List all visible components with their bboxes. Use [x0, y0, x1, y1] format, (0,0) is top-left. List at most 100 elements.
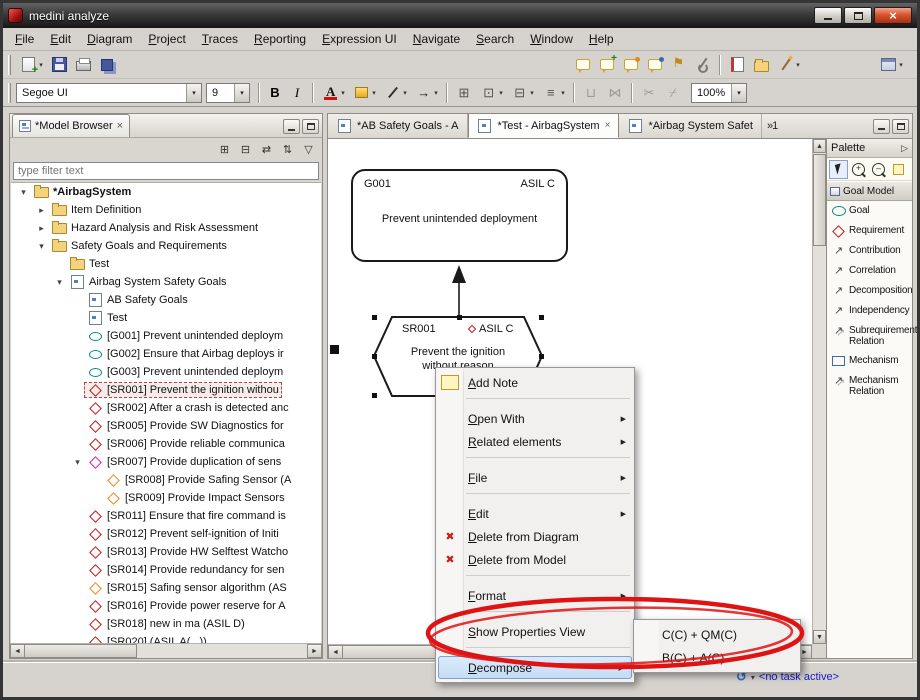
zoom-select[interactable]: 100%: [691, 83, 747, 103]
tree-item[interactable]: *AirbagSystem: [11, 183, 134, 201]
expand-arrow-icon[interactable]: [35, 205, 48, 216]
font-size-select[interactable]: 9: [206, 83, 250, 103]
tab-overflow-button[interactable]: »1: [767, 120, 777, 132]
toolbar-grip[interactable]: [8, 55, 11, 75]
menu-separator[interactable]: [436, 457, 634, 466]
menu-item-decompose[interactable]: Decompose: [438, 656, 632, 679]
maximize-view-button[interactable]: [302, 119, 319, 134]
title-bar[interactable]: medini analyze: [3, 3, 917, 28]
edge-handle[interactable]: [330, 345, 339, 354]
submenu-item-b-a[interactable]: B(C) + A(C): [634, 646, 800, 669]
menubar-item[interactable]: Traces: [194, 29, 246, 49]
menubar-item[interactable]: Expression UI: [314, 29, 405, 49]
submenu-item-c-qm[interactable]: C(C) + QM(C): [634, 623, 800, 646]
tree-item[interactable]: Test: [11, 255, 112, 273]
tree-item[interactable]: Test: [11, 309, 130, 327]
note-tool[interactable]: [889, 160, 908, 179]
font-family-select[interactable]: Segoe UI: [16, 83, 202, 103]
menubar-item[interactable]: Navigate: [405, 29, 468, 49]
tree-item[interactable]: Item Definition: [11, 201, 144, 219]
chevron-down-icon[interactable]: [186, 84, 201, 102]
editor-tab[interactable]: *Airbag System Safet: [619, 114, 762, 138]
menu-separator[interactable]: [436, 647, 634, 656]
minimize-editor-button[interactable]: [873, 119, 890, 134]
palette-item-independency[interactable]: Independency: [827, 301, 912, 321]
attachment-button[interactable]: [691, 54, 715, 76]
sort-button[interactable]: ⇅: [278, 140, 297, 158]
expand-arrow-icon[interactable]: [35, 223, 48, 234]
palette-item-correlation[interactable]: Correlation: [827, 261, 912, 281]
quick-fix-button[interactable]: [773, 54, 804, 76]
tree-item[interactable]: Safety Goals and Requirements: [11, 237, 230, 255]
palette-drawer-goal-model[interactable]: Goal Model: [827, 181, 912, 201]
close-button[interactable]: [874, 7, 912, 24]
menu-item-delete-from-diagram[interactable]: Delete from Diagram: [436, 525, 634, 548]
palette-item-mechanism[interactable]: Mechanism: [827, 351, 912, 371]
menubar-item[interactable]: File: [7, 29, 42, 49]
tree-item[interactable]: [SR002] After a crash is detected anc: [11, 399, 292, 417]
menu-item-format[interactable]: Format: [436, 584, 634, 607]
save-all-button[interactable]: [95, 54, 119, 76]
menubar-item[interactable]: Edit: [42, 29, 79, 49]
expand-arrow-icon[interactable]: [17, 187, 30, 198]
scroll-up-button[interactable]: ▲: [813, 139, 826, 153]
maximize-editor-button[interactable]: [892, 119, 909, 134]
tree-item[interactable]: [SR008] Provide Safing Sensor (A: [11, 471, 294, 489]
tree-item[interactable]: Airbag System Safety Goals: [11, 273, 230, 291]
edit-comment-button[interactable]: [619, 54, 643, 76]
italic-button[interactable]: I: [286, 82, 308, 104]
menu-separator[interactable]: [436, 575, 634, 584]
tree-item[interactable]: [SR009] Provide Impact Sensors: [11, 489, 288, 507]
scroll-right-button[interactable]: ►: [307, 644, 322, 658]
model-browser-tab[interactable]: *Model Browser: [12, 114, 130, 137]
comment-overview-button[interactable]: [643, 54, 667, 76]
tree-item[interactable]: [SR020] (ASIL A(...)): [11, 633, 210, 643]
menu-item-delete-from-model[interactable]: Delete from Model: [436, 548, 634, 571]
notebook-button[interactable]: [725, 54, 749, 76]
align-button[interactable]: ≡: [538, 82, 569, 104]
tree-item[interactable]: [SR013] Provide HW Selftest Watcho: [11, 543, 291, 561]
tree-item[interactable]: [SR011] Ensure that fire command is: [11, 507, 289, 525]
scroll-left-button[interactable]: ◄: [10, 644, 25, 658]
tree-item[interactable]: [SR016] Provide power reserve for A: [11, 597, 289, 615]
expand-arrow-icon[interactable]: [71, 457, 84, 468]
menu-item-open-with[interactable]: Open With: [436, 407, 634, 430]
editor-vertical-scrollbar[interactable]: ▲ ▼: [812, 139, 826, 644]
tree-item[interactable]: [SR014] Provide redundancy for sen: [11, 561, 287, 579]
link-with-editor-button[interactable]: ⇄: [257, 140, 276, 158]
line-color-button[interactable]: [380, 82, 411, 104]
scroll-left-button[interactable]: ◄: [328, 645, 343, 659]
open-model-button[interactable]: [749, 54, 773, 76]
editor-tab[interactable]: *Test - AirbagSystem: [468, 113, 620, 138]
scroll-down-button[interactable]: ▼: [813, 630, 826, 644]
tree-item[interactable]: [SR006] Provide reliable communica: [11, 435, 288, 453]
menu-separator[interactable]: [436, 611, 634, 620]
flag-button[interactable]: [667, 54, 691, 76]
menu-separator[interactable]: [436, 398, 634, 407]
review-comment-button[interactable]: [571, 54, 595, 76]
palette-item-goal[interactable]: Goal: [827, 201, 912, 221]
add-comment-button[interactable]: [595, 54, 619, 76]
chevron-down-icon[interactable]: [234, 84, 249, 102]
distribute-button[interactable]: ⋈: [603, 82, 627, 104]
menubar-item[interactable]: Search: [468, 29, 522, 49]
expand-arrow-icon[interactable]: [53, 277, 66, 288]
fill-color-button[interactable]: [349, 82, 380, 104]
new-button[interactable]: [16, 54, 47, 76]
tree-item[interactable]: [SR005] Provide SW Diagnostics for: [11, 417, 287, 435]
tree-item[interactable]: [SR015] Safing sensor algorithm (AS: [11, 579, 290, 597]
select-tool[interactable]: [829, 160, 848, 179]
menubar-item[interactable]: Window: [522, 29, 581, 49]
toolbar-grip[interactable]: [8, 83, 11, 103]
collapse-all-button[interactable]: ⊟: [236, 140, 255, 158]
menu-item-related-elements[interactable]: Related elements: [436, 430, 634, 453]
chevron-down-icon[interactable]: [731, 84, 746, 102]
tree-item[interactable]: [SR007] Provide duplication of sens: [11, 453, 284, 471]
menubar-item[interactable]: Reporting: [246, 29, 314, 49]
menubar-item[interactable]: Help: [581, 29, 622, 49]
save-button[interactable]: [47, 54, 71, 76]
tree-item[interactable]: [SR018] new in ma (ASIL D): [11, 615, 248, 633]
filter-input[interactable]: [13, 162, 319, 180]
tree-item[interactable]: Hazard Analysis and Risk Assessment: [11, 219, 261, 237]
menubar-item[interactable]: Diagram: [79, 29, 140, 49]
